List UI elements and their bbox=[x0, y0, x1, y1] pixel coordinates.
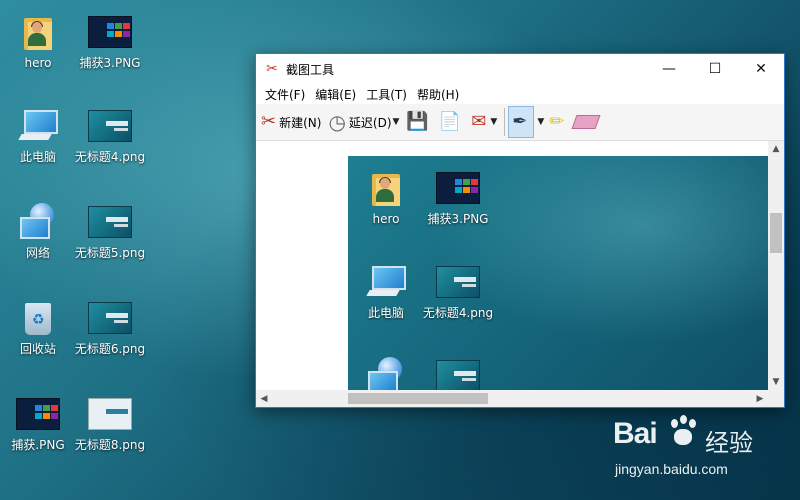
clock-icon: ◷ bbox=[328, 110, 346, 134]
delay-label: 延迟(D) bbox=[348, 115, 392, 130]
captured-icon-hero: hero bbox=[348, 166, 424, 226]
copy-button[interactable]: 📄 bbox=[436, 107, 467, 137]
desktop-icon-network[interactable]: 网络 bbox=[0, 200, 76, 260]
copy-icon: 📄 bbox=[438, 111, 462, 132]
network-icon bbox=[14, 200, 62, 244]
scroll-down-arrow-icon[interactable]: ▼ bbox=[768, 374, 784, 390]
menu-file[interactable]: 文件(F) bbox=[260, 86, 310, 103]
pen-icon: ✒ bbox=[512, 111, 528, 132]
pen-dropdown[interactable]: ▼ bbox=[535, 107, 545, 137]
scissors-icon: ✂ bbox=[261, 111, 277, 132]
baidu-jingyan-watermark: Bai 经验 jingyan.baidu.com bbox=[613, 413, 793, 493]
desktop-icon-label: 无标题6.png bbox=[74, 342, 146, 356]
desktop-icon-label: 此电脑 bbox=[19, 150, 56, 164]
captured-icon-label: 捕获3.PNG bbox=[427, 212, 489, 226]
eraser-button[interactable] bbox=[571, 107, 604, 137]
desktop-icon-untitled5[interactable]: 无标题5.png bbox=[72, 200, 148, 260]
highlighter-button[interactable]: ✏ bbox=[546, 107, 570, 137]
title-bar[interactable]: ✂ 截图工具 — ☐ ✕ bbox=[256, 54, 784, 84]
captured-icon-label: 无标题4.png bbox=[422, 306, 494, 320]
toolbar: ✂ 新建(N) ◷ 延迟(D) ▼ 💾 📄 ✉ ▼ ✒ ▼ ✏ bbox=[256, 104, 784, 141]
desktop-icon-label: 回收站 bbox=[19, 342, 56, 356]
captured-icon-capture3: 捕获3.PNG bbox=[420, 166, 496, 226]
captured-icon-untitled4: 无标题4.png bbox=[420, 260, 496, 320]
scissors-icon: ✂ bbox=[266, 61, 278, 77]
watermark-url: jingyan.baidu.com bbox=[615, 461, 728, 477]
envelope-icon: ✉ bbox=[471, 111, 487, 132]
menu-help[interactable]: 帮助(H) bbox=[412, 86, 464, 103]
png-file-icon bbox=[86, 200, 134, 244]
desktop-icon-label: 捕获.PNG bbox=[11, 438, 65, 452]
scroll-right-arrow-icon[interactable]: ▶ bbox=[752, 390, 768, 407]
captured-icon-label: hero bbox=[372, 212, 400, 226]
desktop-icon-this-pc[interactable]: 此电脑 bbox=[0, 104, 76, 164]
horizontal-scroll-thumb[interactable] bbox=[348, 393, 488, 404]
snip-canvas[interactable]: hero 捕获3.PNG 此电脑 无标题4.png bbox=[256, 141, 768, 393]
scroll-corner bbox=[768, 390, 784, 407]
captured-screenshot: hero 捕获3.PNG 此电脑 无标题4.png bbox=[348, 156, 768, 393]
captured-icon-label: 此电脑 bbox=[367, 306, 404, 320]
window-title: 截图工具 bbox=[286, 62, 335, 77]
desktop-icon-label: 捕获3.PNG bbox=[79, 56, 141, 70]
watermark-cn: 经验 bbox=[705, 429, 753, 457]
save-button[interactable]: 💾 bbox=[403, 107, 434, 137]
send-snip-button[interactable]: ✉ ▼ bbox=[468, 107, 500, 137]
new-snip-button[interactable]: ✂ 新建(N) bbox=[258, 107, 324, 137]
this-pc-icon bbox=[362, 260, 410, 304]
desktop-icon-label: 网络 bbox=[25, 246, 50, 260]
scroll-left-arrow-icon[interactable]: ◀ bbox=[256, 390, 272, 407]
close-button[interactable]: ✕ bbox=[738, 54, 784, 84]
new-snip-label: 新建(N) bbox=[279, 115, 322, 130]
this-pc-icon bbox=[14, 104, 62, 148]
vertical-scroll-thumb[interactable] bbox=[770, 213, 782, 253]
eraser-icon bbox=[571, 115, 601, 129]
highlighter-icon: ✏ bbox=[549, 111, 565, 132]
minimize-button[interactable]: — bbox=[646, 54, 692, 84]
chevron-down-icon: ▼ bbox=[392, 117, 400, 127]
png-file-icon bbox=[86, 104, 134, 148]
user-folder-icon bbox=[362, 166, 410, 210]
desktop-icon-untitled4[interactable]: 无标题4.png bbox=[72, 104, 148, 164]
recycle-bin-icon: ♻ bbox=[14, 296, 62, 340]
desktop-icon-label: 无标题8.png bbox=[74, 438, 146, 452]
menu-tools[interactable]: 工具(T) bbox=[361, 86, 412, 103]
desktop-icon-hero[interactable]: hero bbox=[0, 10, 76, 70]
vertical-scrollbar[interactable]: ▲ ▼ bbox=[768, 141, 784, 390]
menu-edit[interactable]: 编辑(E) bbox=[310, 86, 361, 103]
desktop-icon-label: 无标题5.png bbox=[74, 246, 146, 260]
png-file-icon bbox=[86, 392, 134, 436]
desktop-icon-label: 无标题4.png bbox=[74, 150, 146, 164]
scroll-up-arrow-icon[interactable]: ▲ bbox=[768, 141, 784, 157]
snipping-tool-window: ✂ 截图工具 — ☐ ✕ 文件(F) 编辑(E) 工具(T) 帮助(H) ✂ 新… bbox=[255, 53, 785, 408]
horizontal-scrollbar[interactable]: ◀ ▶ bbox=[256, 390, 768, 407]
desktop-icon-untitled8[interactable]: 无标题8.png bbox=[72, 392, 148, 452]
toolbar-separator bbox=[504, 108, 506, 136]
desktop-icon-capture3-png[interactable]: 捕获3.PNG bbox=[72, 10, 148, 70]
menu-bar: 文件(F) 编辑(E) 工具(T) 帮助(H) bbox=[256, 84, 784, 104]
user-folder-icon bbox=[14, 10, 62, 54]
pen-button[interactable]: ✒ bbox=[508, 106, 535, 138]
desktop-icon-label: hero bbox=[24, 56, 52, 70]
png-file-icon bbox=[86, 10, 134, 54]
png-file-icon bbox=[14, 392, 62, 436]
desktop-icon-capture-png[interactable]: 捕获.PNG bbox=[0, 392, 76, 452]
chevron-down-icon: ▼ bbox=[537, 117, 545, 127]
save-icon: 💾 bbox=[406, 111, 429, 132]
delay-button[interactable]: ◷ 延迟(D) ▼ bbox=[325, 107, 402, 137]
baidu-paw-icon bbox=[665, 413, 705, 453]
png-file-icon bbox=[86, 296, 134, 340]
chevron-down-icon: ▼ bbox=[490, 117, 498, 127]
watermark-brand: Bai bbox=[613, 417, 658, 450]
desktop-icon-recycle-bin[interactable]: ♻ 回收站 bbox=[0, 296, 76, 356]
png-file-icon bbox=[434, 166, 482, 210]
maximize-button[interactable]: ☐ bbox=[692, 54, 738, 84]
captured-icon-this-pc: 此电脑 bbox=[348, 260, 424, 320]
png-file-icon bbox=[434, 260, 482, 304]
desktop-icon-untitled6[interactable]: 无标题6.png bbox=[72, 296, 148, 356]
